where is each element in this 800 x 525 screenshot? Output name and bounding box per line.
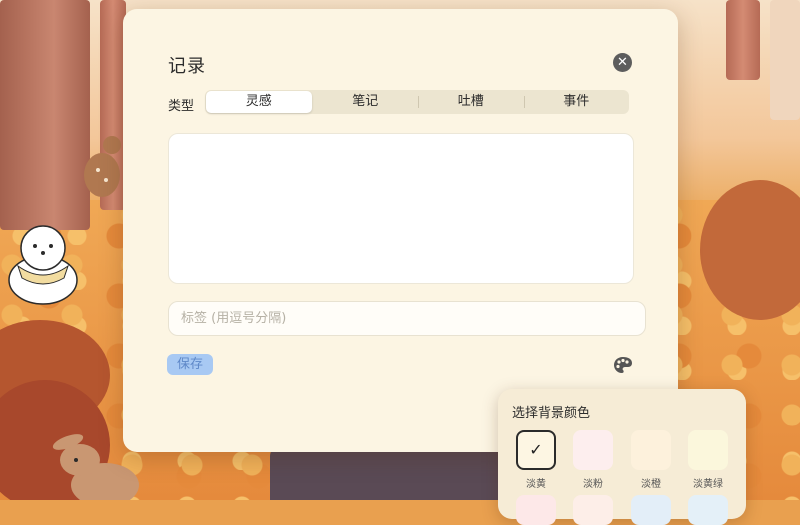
deer (84, 136, 121, 197)
type-option-complaint[interactable]: 吐槽 (418, 90, 524, 114)
check-icon: ✓ (529, 440, 543, 459)
record-dialog: 记录 ✕ 类型 灵感 笔记 吐槽 事件 保存 (123, 9, 678, 452)
save-button[interactable]: 保存 (167, 354, 213, 375)
swatch-light-orange[interactable] (631, 430, 671, 470)
swatch-label: 淡橙 (641, 479, 661, 490)
swatch-label: 淡黄 (526, 479, 546, 490)
swatch-label: 淡黄绿 (693, 479, 723, 490)
tag-input[interactable] (168, 301, 646, 336)
swatch-light-yellow-green[interactable] (688, 430, 728, 470)
close-icon: ✕ (617, 55, 628, 70)
content-textarea[interactable] (168, 133, 634, 284)
popover-title: 选择背景颜色 (512, 406, 591, 421)
tree-trunk (770, 0, 800, 120)
type-option-event[interactable]: 事件 (523, 90, 630, 114)
close-button[interactable]: ✕ (613, 53, 632, 72)
swatch-light-pink[interactable] (573, 430, 613, 470)
swatch-label: 淡粉 (583, 479, 603, 490)
palette-icon[interactable] (613, 356, 633, 374)
dark-machine (270, 446, 500, 500)
dialog-title: 记录 (168, 56, 206, 77)
white-dog (8, 225, 78, 305)
type-segmented-control: 灵感 笔记 吐槽 事件 (205, 90, 629, 114)
tree-trunk (726, 0, 760, 80)
type-option-inspiration[interactable]: 灵感 (206, 91, 312, 113)
swatch-light-yellow[interactable]: ✓ (516, 430, 556, 470)
type-option-notes[interactable]: 笔记 (313, 90, 419, 114)
type-label: 类型 (168, 99, 195, 114)
